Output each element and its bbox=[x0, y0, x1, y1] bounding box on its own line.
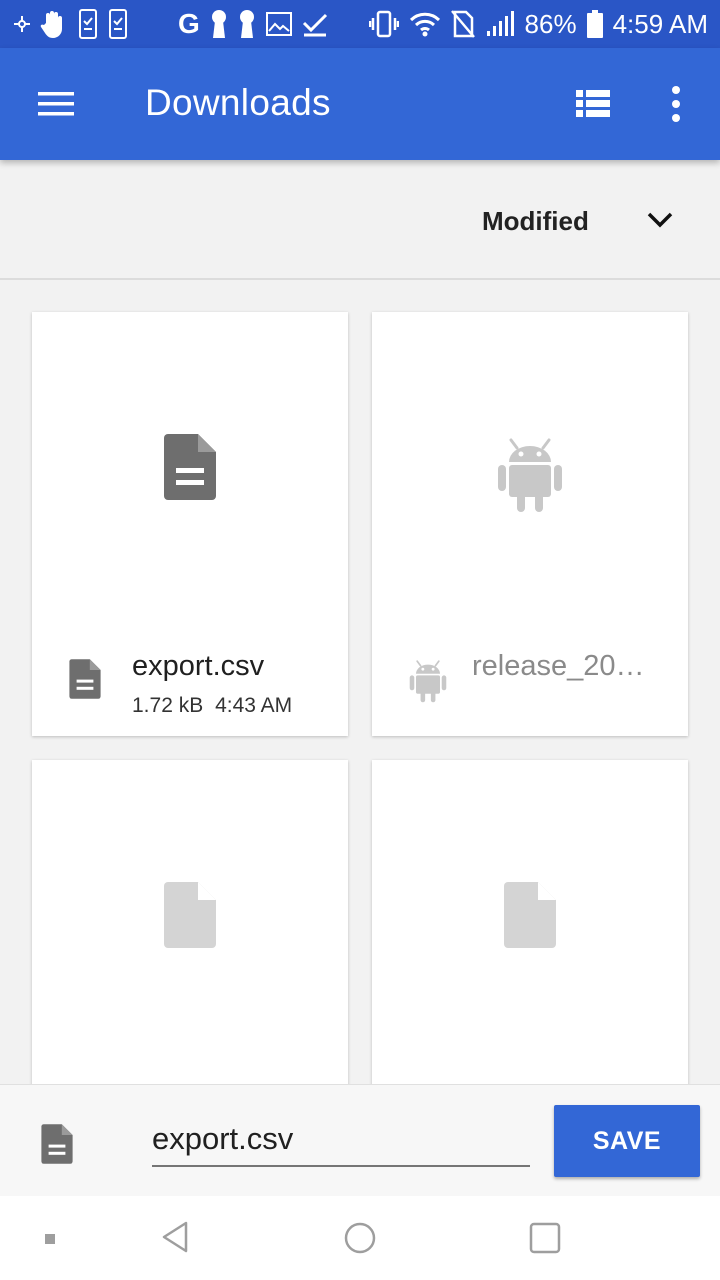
file-size: 1.72 kB bbox=[132, 694, 204, 717]
vibrate-icon bbox=[368, 10, 399, 38]
app-bar: Downloads bbox=[0, 48, 720, 160]
file-info: 1.72 kB 4:43 AM bbox=[132, 694, 292, 718]
file-thumbnail bbox=[372, 880, 688, 955]
android-icon bbox=[408, 656, 448, 709]
back-icon[interactable] bbox=[160, 1220, 190, 1259]
overview-icon[interactable] bbox=[529, 1222, 561, 1259]
hamburger-menu-icon[interactable] bbox=[36, 88, 76, 120]
google-g-icon: G bbox=[178, 8, 200, 39]
blank-file-icon bbox=[502, 882, 558, 954]
status-time: 4:59 AM bbox=[612, 8, 708, 39]
sort-bar: Modified bbox=[0, 160, 720, 280]
file-thumbnail bbox=[32, 432, 348, 507]
page-title: Downloads bbox=[145, 82, 331, 123]
file-card-release[interactable]: release_20… bbox=[372, 312, 688, 736]
signal-icon bbox=[485, 11, 515, 37]
android-icon bbox=[495, 438, 565, 518]
navigation-bar bbox=[0, 1196, 720, 1280]
more-vert-icon[interactable] bbox=[664, 84, 688, 124]
sort-label[interactable]: Modified bbox=[482, 206, 589, 237]
keyhole-icon bbox=[210, 9, 228, 39]
save-button[interactable]: SAVE bbox=[554, 1105, 700, 1177]
keyhole-icon bbox=[238, 9, 256, 39]
battery-percent: 86% bbox=[524, 8, 577, 39]
file-time: 4:43 AM bbox=[215, 694, 293, 717]
no-sim-icon bbox=[450, 10, 475, 38]
home-icon[interactable] bbox=[343, 1221, 377, 1260]
file-card-export-csv[interactable]: export.csv 1.72 kB 4:43 AM bbox=[32, 312, 348, 736]
wifi-icon bbox=[409, 11, 441, 37]
document-icon bbox=[40, 1123, 74, 1170]
recents-dot-icon[interactable] bbox=[44, 1232, 56, 1250]
checkmark-icon bbox=[302, 11, 328, 37]
status-bar-left: G bbox=[14, 8, 328, 40]
file-name: export.csv bbox=[132, 650, 265, 682]
file-grid: export.csv 1.72 kB 4:43 AM release_20… bbox=[0, 280, 720, 1084]
chevron-down-icon[interactable] bbox=[644, 204, 676, 236]
status-bar-right: 86% 4:59 AM bbox=[368, 8, 708, 40]
image-icon bbox=[265, 12, 292, 36]
file-card-blank-1[interactable] bbox=[32, 760, 348, 1084]
blank-file-icon bbox=[162, 882, 218, 954]
file-thumbnail bbox=[372, 432, 688, 519]
hand-icon bbox=[40, 9, 68, 39]
crosshair-icon bbox=[14, 16, 30, 32]
document-icon bbox=[162, 434, 218, 506]
phone-check-icon bbox=[108, 9, 128, 39]
list-view-icon[interactable] bbox=[574, 88, 612, 120]
filename-input[interactable] bbox=[152, 1113, 530, 1167]
status-bar: G 86% 4:59 AM bbox=[0, 0, 720, 48]
file-thumbnail bbox=[32, 880, 348, 955]
battery-icon bbox=[586, 10, 603, 38]
file-card-blank-2[interactable] bbox=[372, 760, 688, 1084]
save-bar: SAVE bbox=[0, 1084, 720, 1197]
document-icon bbox=[68, 658, 102, 705]
file-name: release_20… bbox=[472, 650, 645, 682]
phone-check-icon bbox=[78, 9, 98, 39]
